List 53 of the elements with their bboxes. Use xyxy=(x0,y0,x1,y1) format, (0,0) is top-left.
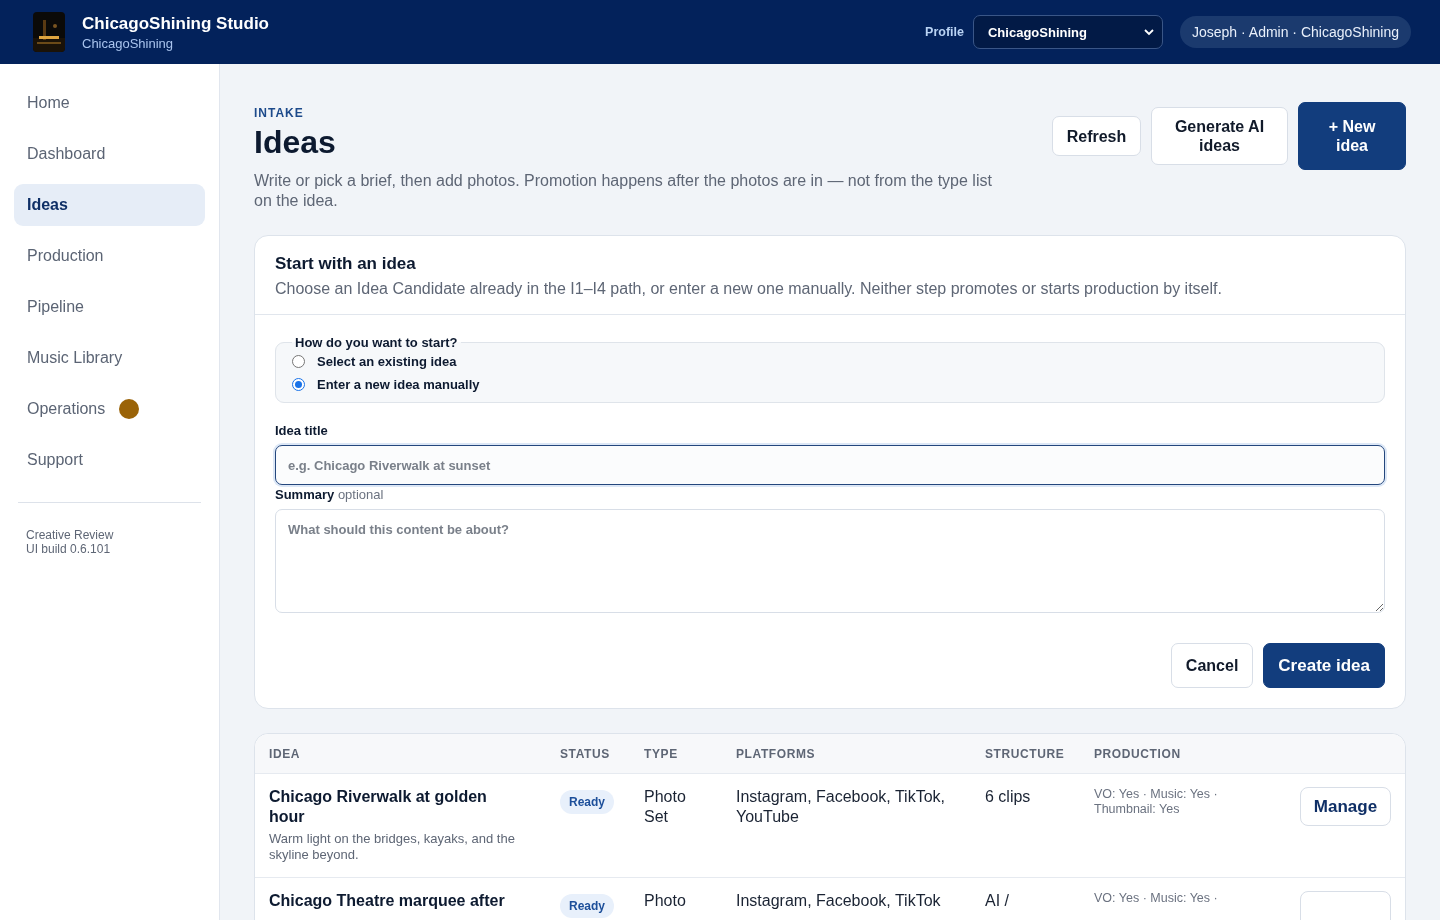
idea-summary: Warm light on the bridges, kayaks, and the skyline beyond. xyxy=(269,831,516,863)
table-cell-text: Instagram, Facebook, TikTok xyxy=(736,891,942,911)
page-description: Write or pick a brief, then add photos. Promotion happens after the photos are in — not from the type list on the idea. xyxy=(254,171,993,211)
sidebar-item[interactable]: Home xyxy=(14,82,205,124)
chevron-down-icon xyxy=(1144,28,1154,36)
radio-option[interactable]: Enter a new idea manually xyxy=(292,377,1368,392)
page-title: Ideas xyxy=(254,124,337,161)
app-subtitle: ChicagoShining xyxy=(82,35,175,51)
card-description: Choose an Idea Candidate already in the I1–I4 path, or enter a new one manually. Neither step promotes or starts production by itself. xyxy=(275,280,1223,298)
eyebrow-label: INTAKE xyxy=(254,106,305,120)
sidebar-item[interactable]: Dashboard xyxy=(14,133,205,175)
build-info: UI build 0.6.101 xyxy=(25,542,112,556)
cancel-button[interactable]: Cancel xyxy=(1170,643,1254,688)
table-cell-text: 6 clips xyxy=(985,787,1032,807)
manage-button[interactable]: Manage xyxy=(1300,787,1391,826)
user-chip: Joseph · Admin · ChicagoShining xyxy=(1180,16,1411,48)
table-cell-text: AI / xyxy=(985,891,1010,911)
status-badge: Ready xyxy=(560,894,615,918)
card-title: Start with an idea xyxy=(275,254,417,274)
title-input[interactable]: e.g. Chicago Riverwalk at sunset xyxy=(275,445,1385,485)
profile-select[interactable]: ChicagoShining xyxy=(973,15,1163,49)
idea-title: Chicago Theatre marquee after xyxy=(269,891,506,911)
table-cell-text: VO: Yes · Music: Yes · xyxy=(1094,891,1219,906)
sidebar-item[interactable]: Support xyxy=(14,439,205,481)
sidebar-item[interactable]: Music Library xyxy=(14,337,205,379)
table-cell-text: Instagram, Facebook, TikTok, YouTube xyxy=(736,787,946,827)
generate-button[interactable]: Generate AI ideas xyxy=(1151,107,1288,165)
sidebar-item[interactable]: Pipeline xyxy=(14,286,205,328)
column-header: STATUS xyxy=(560,746,611,761)
column-header: PRODUCTION xyxy=(1094,746,1182,761)
build-info: Creative Review xyxy=(25,528,115,542)
column-header: TYPE xyxy=(644,746,679,761)
profile-label: Profile xyxy=(925,25,964,39)
table-cell-text: Photo Set xyxy=(644,787,687,827)
summary-input[interactable]: What should this content be about? xyxy=(275,509,1385,613)
status-badge: Ready xyxy=(560,790,615,814)
sidebar-item[interactable]: Production xyxy=(14,235,205,277)
column-header: STRUCTURE xyxy=(985,746,1066,761)
refresh-button[interactable]: Refresh xyxy=(1052,116,1141,156)
radio-option[interactable]: Select an existing idea xyxy=(292,354,1368,369)
sidebar-item[interactable]: Ideas xyxy=(14,184,205,226)
field-label: Idea title xyxy=(275,423,329,438)
sidebar-item[interactable]: Operations xyxy=(14,388,205,430)
new-idea-button[interactable]: + New idea xyxy=(1298,102,1406,170)
table-cell-text: VO: Yes · Music: Yes · Thumbnail: Yes xyxy=(1094,787,1219,817)
column-header: PLATFORMS xyxy=(736,746,817,761)
app-title: ChicagoShining Studio xyxy=(82,13,270,34)
column-header: IDEA xyxy=(269,746,302,761)
table-cell-text: Photo xyxy=(644,891,687,911)
group-label: How do you want to start? xyxy=(294,335,459,350)
field-label: Summary optional xyxy=(275,487,385,502)
idea-title: Chicago Riverwalk at golden hour xyxy=(269,787,488,827)
create-button[interactable]: Create idea xyxy=(1263,643,1385,688)
